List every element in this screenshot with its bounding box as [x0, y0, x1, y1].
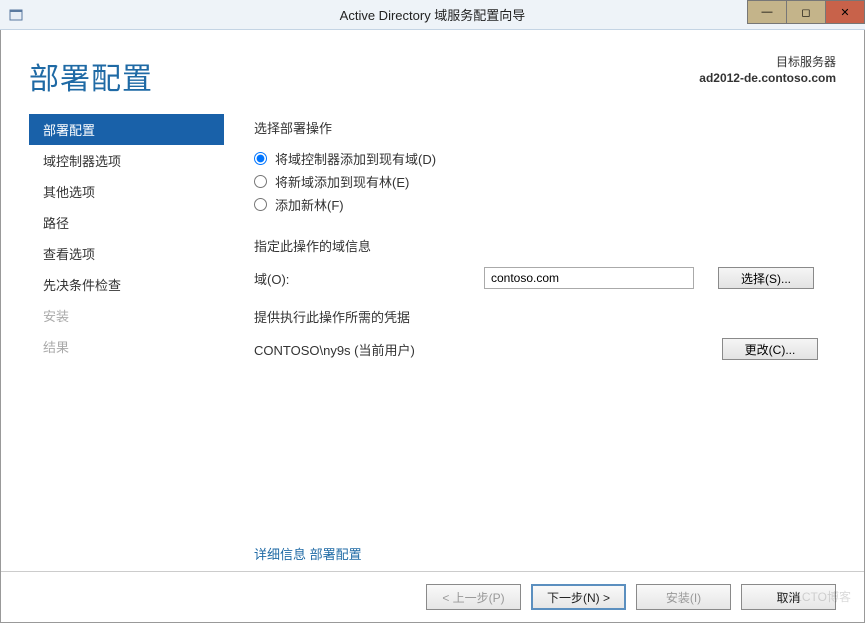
domain-label: 域(O):	[254, 269, 484, 288]
middle-area: 部署配置 域控制器选项 其他选项 路径 查看选项 先决条件检查 安装 结果 选择…	[1, 114, 864, 571]
page-title: 部署配置	[29, 54, 153, 98]
radio-add-dc-existing-domain-input[interactable]	[254, 152, 267, 165]
current-credentials: CONTOSO\ny9s (当前用户)	[254, 340, 698, 359]
maximize-button[interactable]: ◻	[786, 0, 826, 24]
header-row: 部署配置 目标服务器 ad2012-de.contoso.com	[1, 30, 864, 114]
install-button: 安装(I)	[636, 584, 731, 610]
next-button[interactable]: 下一步(N) >	[531, 584, 626, 610]
content-pane: 选择部署操作 将域控制器添加到现有域(D) 将新域添加到现有林(E) 添加新林(…	[224, 114, 836, 571]
more-info: 详细信息 部署配置	[254, 544, 362, 563]
domain-input[interactable]	[484, 267, 694, 289]
nav-step-prereq[interactable]: 先决条件检查	[29, 269, 224, 300]
window-title: Active Directory 域服务配置向导	[0, 5, 865, 24]
cancel-button[interactable]: 取消	[741, 584, 836, 610]
minimize-button[interactable]: —	[747, 0, 787, 24]
side-nav: 部署配置 域控制器选项 其他选项 路径 查看选项 先决条件检查 安装 结果	[29, 114, 224, 571]
radio-add-domain-existing-forest[interactable]: 将新域添加到现有林(E)	[254, 172, 836, 191]
operation-radio-group: 将域控制器添加到现有域(D) 将新域添加到现有林(E) 添加新林(F)	[254, 149, 836, 214]
radio-label: 将域控制器添加到现有域(D)	[275, 149, 436, 168]
credentials-row: CONTOSO\ny9s (当前用户) 更改(C)...	[254, 338, 836, 360]
nav-step-results: 结果	[29, 331, 224, 362]
more-info-prefix: 详细信息	[254, 547, 310, 562]
radio-add-new-forest[interactable]: 添加新林(F)	[254, 195, 836, 214]
select-domain-button[interactable]: 选择(S)...	[718, 267, 814, 289]
target-server-label: 目标服务器	[699, 54, 836, 70]
wizard-body: 部署配置 目标服务器 ad2012-de.contoso.com 部署配置 域控…	[0, 30, 865, 623]
domain-info-header: 指定此操作的域信息	[254, 236, 836, 255]
domain-field-row: 域(O): 选择(S)...	[254, 267, 836, 289]
nav-step-review[interactable]: 查看选项	[29, 238, 224, 269]
nav-step-dc-options[interactable]: 域控制器选项	[29, 145, 224, 176]
nav-step-paths[interactable]: 路径	[29, 207, 224, 238]
nav-step-install: 安装	[29, 300, 224, 331]
more-info-link[interactable]: 部署配置	[310, 547, 362, 562]
operation-header: 选择部署操作	[254, 118, 836, 137]
radio-add-domain-existing-forest-input[interactable]	[254, 175, 267, 188]
radio-add-new-forest-input[interactable]	[254, 198, 267, 211]
credentials-header: 提供执行此操作所需的凭据	[254, 307, 836, 326]
close-button[interactable]: ✕	[825, 0, 865, 24]
radio-label: 添加新林(F)	[275, 195, 344, 214]
radio-label: 将新域添加到现有林(E)	[275, 172, 409, 191]
nav-step-deploy-config[interactable]: 部署配置	[29, 114, 224, 145]
radio-add-dc-existing-domain[interactable]: 将域控制器添加到现有域(D)	[254, 149, 836, 168]
target-server-block: 目标服务器 ad2012-de.contoso.com	[699, 54, 836, 86]
previous-button: < 上一步(P)	[426, 584, 521, 610]
app-icon	[8, 7, 24, 23]
window-buttons: — ◻ ✕	[747, 0, 865, 29]
title-bar: Active Directory 域服务配置向导 — ◻ ✕	[0, 0, 865, 30]
footer-buttons: < 上一步(P) 下一步(N) > 安装(I) 取消	[1, 571, 864, 622]
target-server-name: ad2012-de.contoso.com	[699, 70, 836, 86]
change-credentials-button[interactable]: 更改(C)...	[722, 338, 818, 360]
nav-step-other-options[interactable]: 其他选项	[29, 176, 224, 207]
